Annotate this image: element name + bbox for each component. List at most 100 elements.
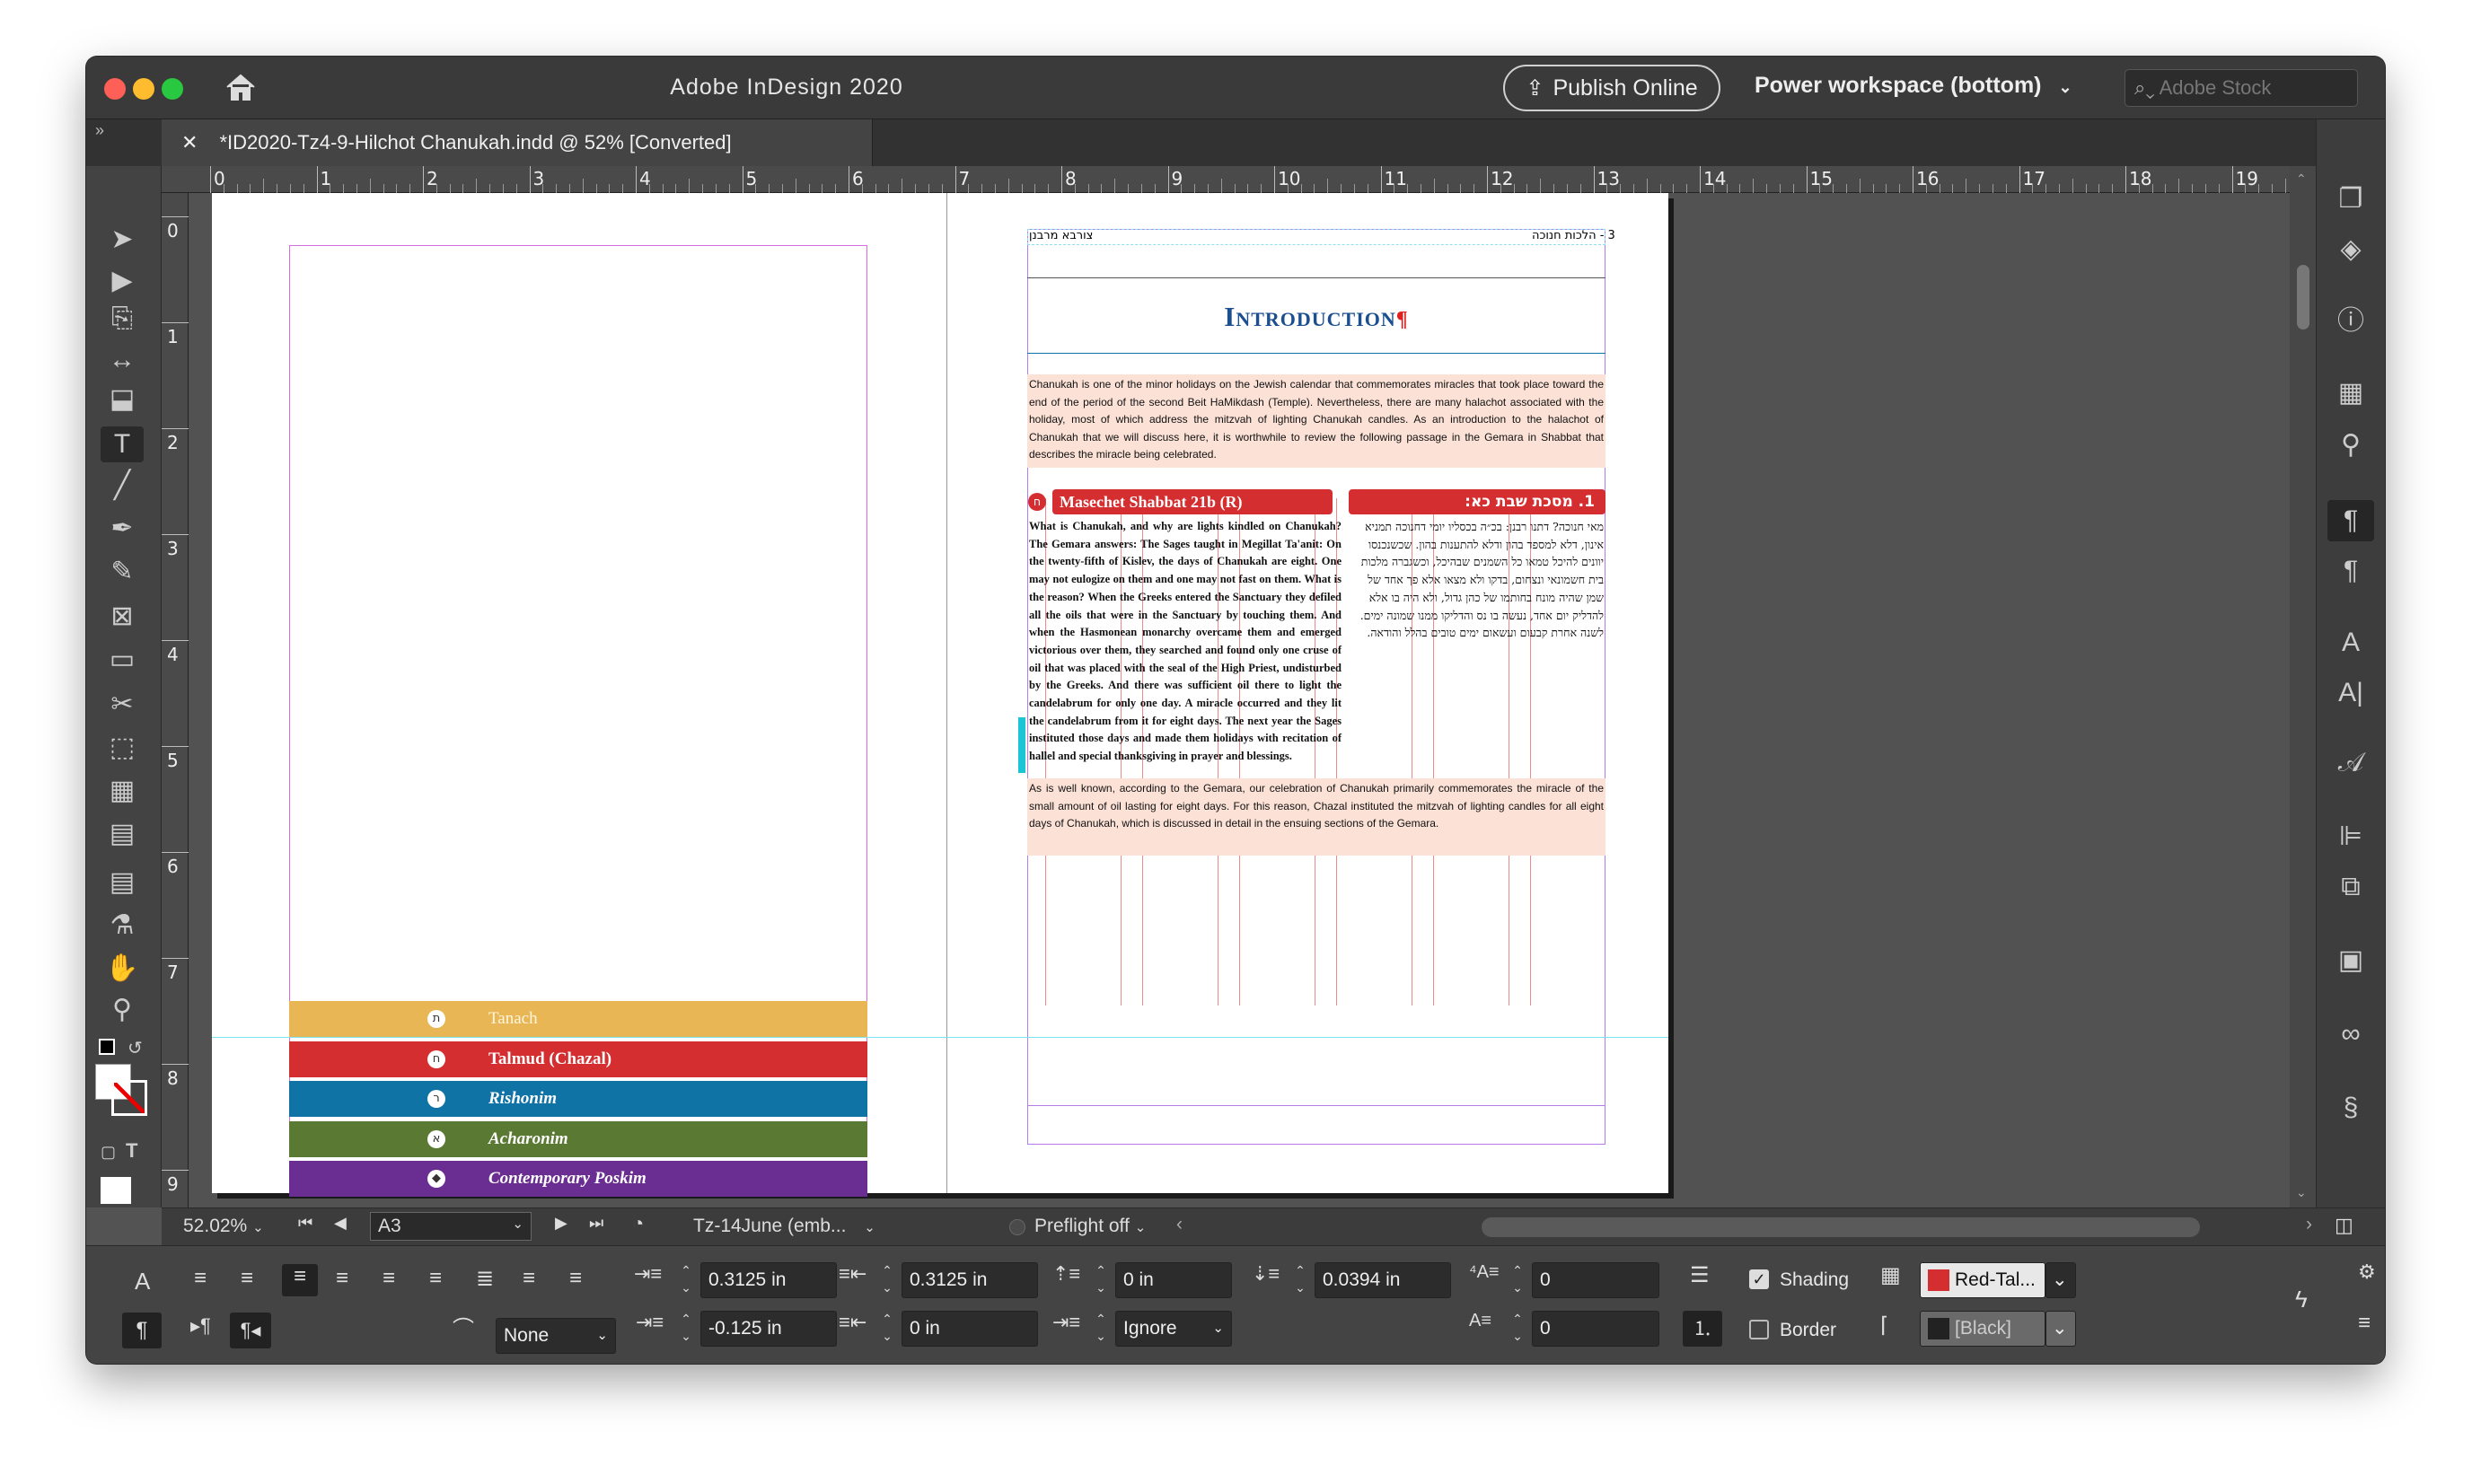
legend-bar[interactable]: ח Talmud (Chazal) [289, 1041, 867, 1077]
align-center-icon[interactable]: ≡ [241, 1266, 253, 1291]
glyphs-panel-icon[interactable]: 𝒜 [2327, 742, 2374, 784]
rectangle-tool-icon[interactable]: ▭ [101, 642, 144, 678]
numbered-list-icon[interactable]: ⒈ [1683, 1311, 1722, 1347]
pages-panel-icon[interactable]: ❐ [2327, 179, 2374, 220]
last-line-indent-field[interactable]: 0 in [902, 1311, 1038, 1347]
shading-swatch-dropdown[interactable]: ⌄ [2045, 1262, 2076, 1298]
publish-online-button[interactable]: ⇪ Publish Online [1503, 65, 1720, 111]
gradient-feather-tool-icon[interactable]: ▤ [101, 816, 144, 852]
scroll-down-icon[interactable]: ⌄ [2296, 1185, 2307, 1200]
align-panel-icon[interactable]: ⊫ [2327, 816, 2374, 857]
align-to-grid-select[interactable]: Ignore ⌄ [1115, 1311, 1232, 1347]
align-spine-icon[interactable]: ≡ [523, 1266, 535, 1291]
drop-cap-chars-stepper[interactable]: ⌃ ⌄ [1507, 1311, 1528, 1347]
vertical-ruler[interactable]: 0 1 2 3 4 5 6 7 8 9 [162, 193, 189, 1207]
left-indent-field[interactable]: 0.3125 in [700, 1262, 837, 1298]
apply-color-icon[interactable] [101, 1177, 131, 1204]
paragraph-formatting-icon[interactable]: ¶ [122, 1313, 162, 1348]
pasteboard[interactable]: ת Tanach ח Talmud (Chazal) ר Rishonim א Acharon… [189, 193, 2290, 1207]
source-header-english[interactable]: Masechet Shabbat 21b (R) [1052, 489, 1333, 514]
hebrew-source-text[interactable]: מאי חנוכה? דתנו רבנן: בכ״ה בכסליו יומי ד… [1349, 518, 1604, 642]
drop-cap-lines-field[interactable]: 0 [1532, 1262, 1659, 1298]
default-colors-icon[interactable] [99, 1039, 115, 1055]
left-indent-stepper[interactable]: ⌃ ⌄ [675, 1262, 697, 1298]
text-frame-port[interactable] [1018, 717, 1025, 773]
scroll-right-icon[interactable]: › [2306, 1214, 2312, 1235]
page-spread[interactable]: ת Tanach ח Talmud (Chazal) ר Rishonim א Acharon… [212, 193, 1668, 1197]
align-away-spine-icon[interactable]: ≡ [569, 1266, 582, 1291]
gear-icon[interactable]: ⚙ [2358, 1260, 2376, 1284]
paragraph-styles-panel-icon[interactable]: ¶ [2327, 500, 2374, 541]
panel-menu-icon[interactable]: ≡ [2358, 1311, 2371, 1336]
scissors-tool-icon[interactable]: ✂ [101, 687, 144, 723]
ltr-paragraph-icon[interactable]: ▸¶ [190, 1314, 211, 1338]
justify-all-icon[interactable]: ≣ [476, 1266, 494, 1292]
split-window-icon[interactable]: ◫ [2335, 1214, 2353, 1237]
gap-tool-icon[interactable]: ↔ [101, 342, 144, 378]
first-page-icon[interactable]: ⏮ [298, 1214, 312, 1233]
quick-apply-icon[interactable]: ϟ [2295, 1286, 2308, 1313]
space-before-stepper[interactable]: ⌃ ⌄ [1090, 1262, 1112, 1298]
hand-tool-icon[interactable]: ✋ [101, 951, 144, 987]
shading-checkbox[interactable]: ✓ [1749, 1269, 1769, 1289]
border-swatch-dropdown[interactable]: ⌄ [2045, 1311, 2076, 1347]
drop-cap-lines-stepper[interactable]: ⌃ ⌄ [1507, 1262, 1528, 1298]
gradient-swatch-tool-icon[interactable]: ▦ [101, 773, 144, 809]
legend-bar[interactable]: ר Rishonim [289, 1081, 867, 1117]
right-indent-stepper[interactable]: ⌃ ⌄ [876, 1262, 898, 1298]
scroll-up-icon[interactable]: ⌃ [2296, 171, 2307, 187]
preflight-select[interactable]: Preflight off ⌄ [1034, 1216, 1146, 1237]
border-swatch-select[interactable]: [Black] [1920, 1311, 2045, 1347]
page-tool-icon[interactable]: ⎘ [101, 301, 144, 337]
free-transform-tool-icon[interactable]: ⬚ [101, 730, 144, 766]
justify-center-icon[interactable]: ≡ [383, 1266, 395, 1291]
character-formatting-icon[interactable]: A [135, 1268, 150, 1295]
content-collector-tool-icon[interactable]: ⬓ [101, 382, 144, 417]
note-tool-icon[interactable]: ▤ [101, 865, 144, 900]
last-page-icon[interactable]: ⏭ [589, 1214, 603, 1233]
paragraph-panel-icon[interactable]: ¶ [2327, 550, 2374, 592]
formatting-text-icon[interactable]: T [126, 1139, 137, 1163]
space-after-stepper[interactable]: ⌃ ⌄ [1289, 1262, 1311, 1298]
border-checkbox[interactable] [1749, 1320, 1769, 1339]
justify-left-icon[interactable]: ≡ [336, 1266, 348, 1291]
first-line-indent-field[interactable]: -0.125 in [700, 1311, 837, 1347]
cc-libraries-panel-icon[interactable]: ▣ [2327, 940, 2374, 981]
character-styles-panel-icon[interactable]: A [2327, 622, 2374, 663]
character-panel-icon[interactable]: A| [2327, 672, 2374, 714]
swatches-panel-icon[interactable]: § [2327, 1087, 2374, 1128]
rtl-paragraph-icon[interactable]: ¶◂ [230, 1313, 271, 1348]
previous-page-icon[interactable]: ◀ [334, 1214, 347, 1233]
closing-paragraph[interactable]: As is well known, according to the Gemar… [1029, 780, 1604, 833]
shading-settings-icon[interactable]: ▦ [1880, 1262, 1901, 1288]
adobe-stock-search-input[interactable]: ⌕⌄ Adobe Stock [2125, 69, 2358, 107]
pathfinder-panel-icon[interactable]: ⧉ [2327, 866, 2374, 908]
links-grid-panel-icon[interactable]: ▦ [2327, 373, 2374, 414]
type-tool-icon[interactable]: T [101, 426, 144, 462]
scroll-left-icon[interactable]: ‹ [1176, 1214, 1183, 1235]
horizontal-scroll-thumb[interactable] [1482, 1217, 2200, 1237]
formatting-container-icon[interactable]: ▢ [101, 1143, 116, 1162]
right-indent-field[interactable]: 0.3125 in [902, 1262, 1038, 1298]
justify-right-icon[interactable]: ≡ [429, 1266, 442, 1291]
pencil-tool-icon[interactable]: ✎ [101, 554, 144, 590]
document-tab[interactable]: ✕ *ID2020-Tz4-9-Hilchot Chanukah.indd @ … [162, 119, 873, 166]
info-panel-icon[interactable]: ⓘ [2327, 301, 2374, 342]
english-translation-text[interactable]: What is Chanukah, and why are lights kin… [1029, 518, 1342, 766]
hyperlinks-panel-icon[interactable]: ∞ [2327, 1014, 2374, 1055]
style-select[interactable]: Tz-14June (emb... ⌄ [693, 1216, 875, 1237]
direct-selection-tool-icon[interactable]: ▶ [101, 263, 144, 299]
first-line-indent-stepper[interactable]: ⌃ ⌄ [675, 1311, 697, 1347]
vertical-scroll-thumb[interactable] [2297, 265, 2309, 329]
zoom-tool-icon[interactable]: ⚲ [101, 992, 144, 1028]
align-left-icon[interactable]: ≡ [194, 1266, 207, 1291]
bulleted-list-icon[interactable]: ☰ [1690, 1262, 1710, 1288]
open-document-icon[interactable]: ◔ [632, 1212, 644, 1235]
legend-bar[interactable]: ת Tanach [289, 1001, 867, 1037]
close-tab-icon[interactable]: ✕ [181, 131, 198, 154]
zoom-level-select[interactable]: 52.02% ⌄ [183, 1216, 264, 1237]
eyedropper-tool-icon[interactable]: ⚗ [101, 908, 144, 944]
align-to-grid-stepper[interactable]: ⌃ ⌄ [1090, 1311, 1112, 1347]
stroke-swatch[interactable] [111, 1080, 147, 1116]
swap-colors-icon[interactable]: ↺ [128, 1037, 143, 1059]
